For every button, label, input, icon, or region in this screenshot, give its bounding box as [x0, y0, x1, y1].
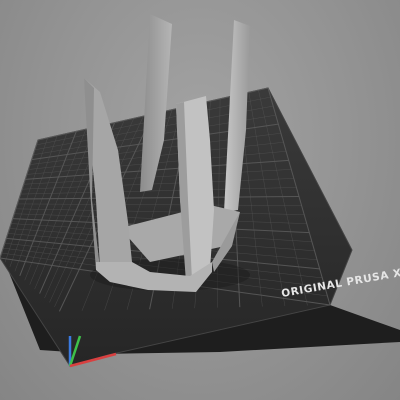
3d-viewport[interactable]: ORIGINAL PRUSA XL	[0, 0, 400, 400]
scene-canvas[interactable]: ORIGINAL PRUSA XL	[0, 0, 400, 400]
